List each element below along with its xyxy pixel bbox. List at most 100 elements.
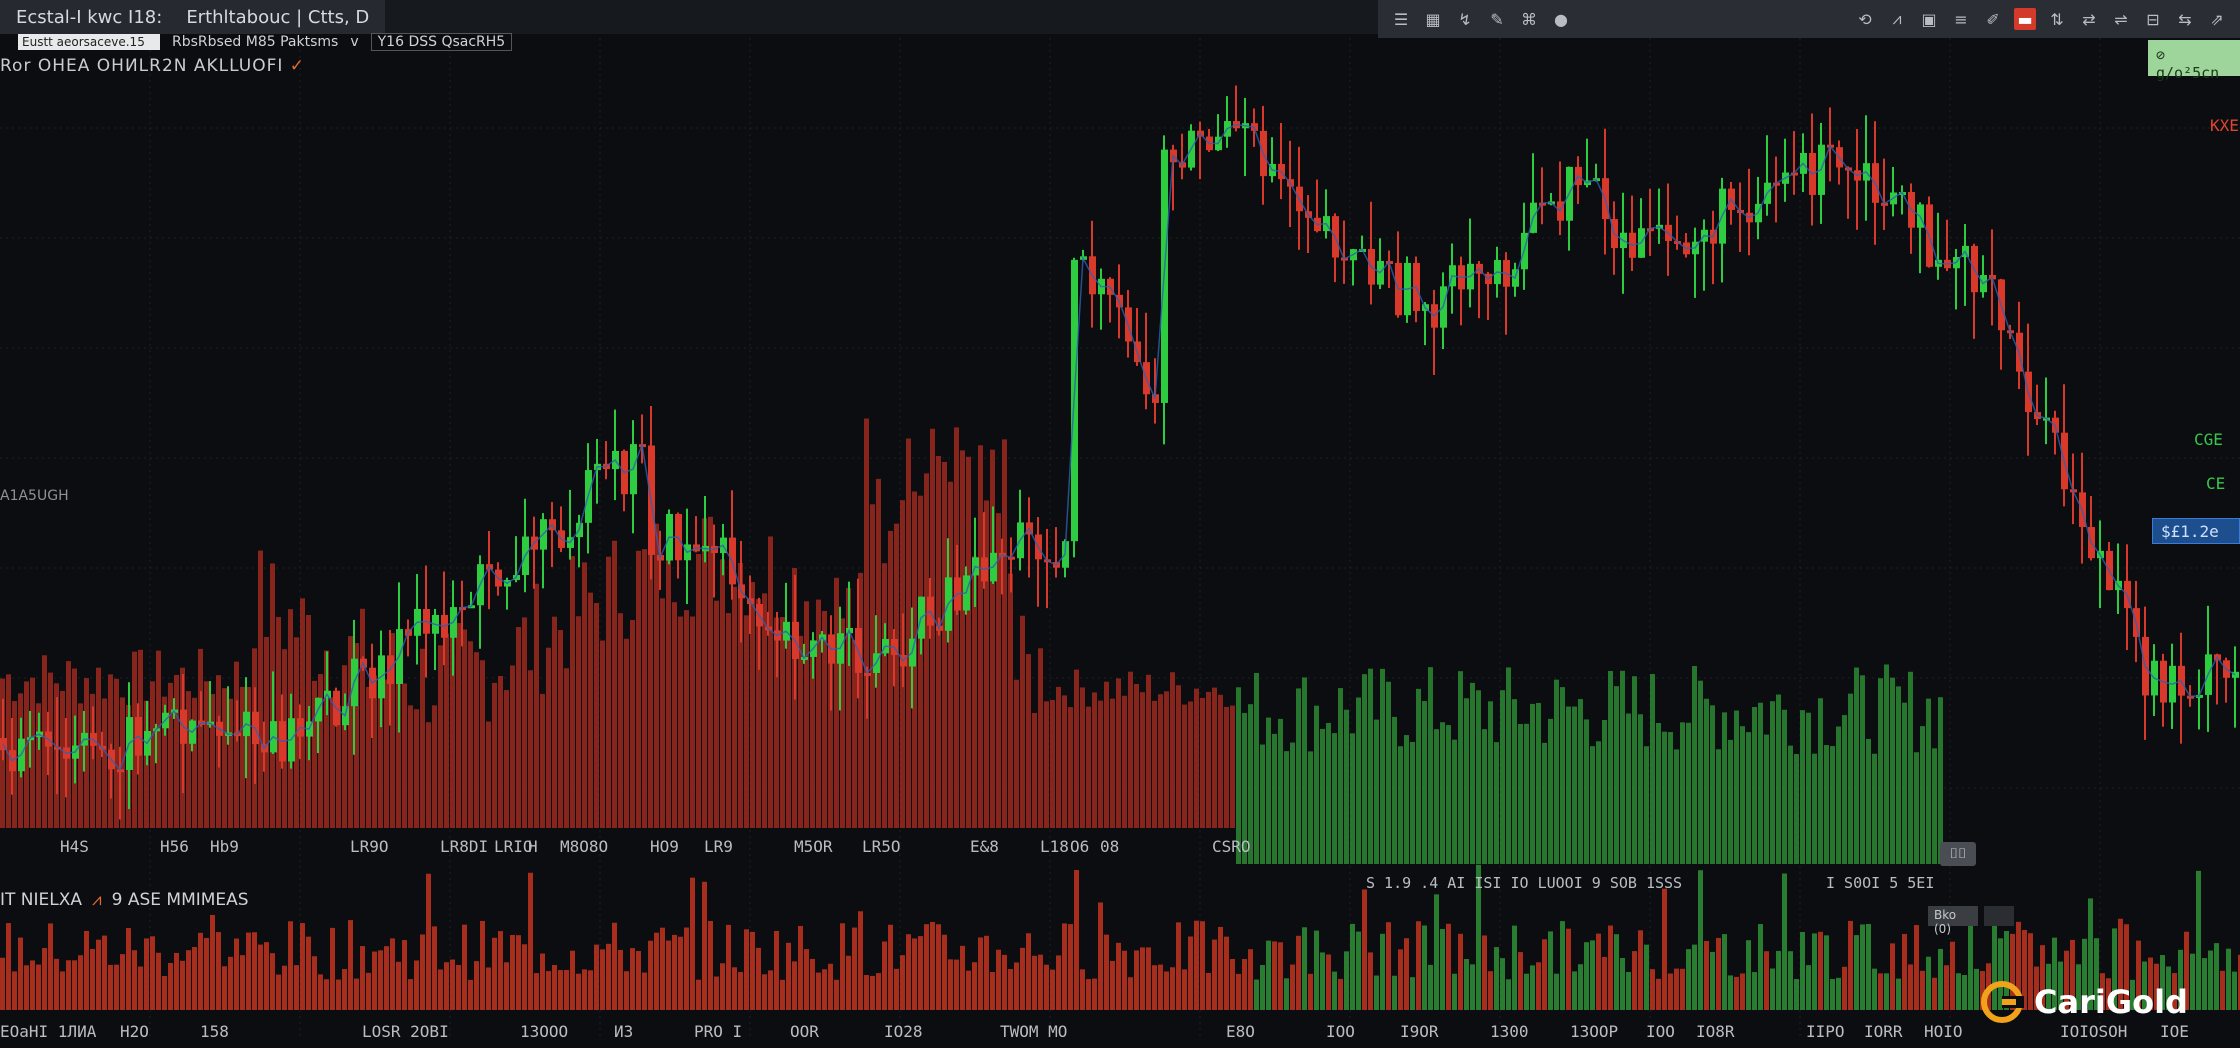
volume-bar-lower: [1350, 923, 1355, 1010]
settings-icon[interactable]: ⊟: [2142, 8, 2164, 30]
volume-bar-lower: [1374, 975, 1379, 1010]
volume-bar-lower: [1050, 969, 1055, 1010]
volume-bar-lower: [564, 969, 569, 1010]
volume-bar-lower: [1554, 973, 1559, 1010]
volume-bar-lower: [984, 935, 989, 1010]
volume-bar-lower: [12, 971, 17, 1010]
cursor-icon[interactable]: ↯: [1454, 8, 1476, 30]
compare-icon[interactable]: ⇅: [2046, 8, 2068, 30]
volume-bar-lower: [882, 941, 887, 1010]
fullscreen-icon[interactable]: ⇗: [2206, 8, 2228, 30]
volume-bar-lower: [1860, 924, 1865, 1010]
chevron-down-icon[interactable]: v: [350, 34, 358, 50]
volume-bar-lower: [852, 927, 857, 1010]
volume-bar-lower: [1356, 931, 1361, 1010]
volume-bar-lower: [168, 962, 173, 1010]
volume-bar-lower: [420, 934, 425, 1010]
list-icon[interactable]: ☰: [1390, 8, 1412, 30]
volume-bar-lower: [150, 936, 155, 1010]
circle-icon[interactable]: ●: [1550, 8, 1572, 30]
volume-bar-lower: [402, 940, 407, 1010]
volume-bar-lower: [258, 944, 263, 1010]
draw-icon[interactable]: ⟲: [1854, 8, 1876, 30]
volume-bar-lower: [282, 965, 287, 1010]
volume-bar-lower: [18, 937, 23, 1010]
volume-bar-lower: [1968, 921, 1973, 1010]
volume-bar-lower: [180, 960, 185, 1010]
volume-bar-lower: [1614, 934, 1619, 1010]
axis-label: LOSR 2OBI: [362, 1022, 449, 1041]
interval-selector[interactable]: Y16 DSS QsacRH5: [370, 33, 513, 51]
volume-bar-lower: [1752, 972, 1757, 1010]
volume-bar: [1194, 688, 1199, 828]
volume-bar-lower: [1410, 977, 1415, 1010]
volume-bar: [648, 551, 653, 828]
lines-icon[interactable]: ≡: [1950, 8, 1972, 30]
volume-bar-lower: [1032, 955, 1037, 1010]
volume-bar-lower: [1620, 958, 1625, 1010]
volume-bar-lower: [1740, 973, 1745, 1010]
volume-bar-lower: [708, 920, 713, 1010]
tab-secondary-label: Erthltabouc | Ctts, D: [186, 6, 370, 28]
volume-bar-lower: [552, 964, 557, 1010]
edit-icon[interactable]: ✐: [1982, 8, 2004, 30]
camera-icon[interactable]: ⌷⌷: [1940, 842, 1976, 866]
volume-badge-toggle[interactable]: [1984, 906, 2014, 926]
measure-icon[interactable]: ⇌: [2110, 8, 2132, 30]
volume-bar: [1104, 681, 1109, 828]
volume-bar: [630, 620, 635, 828]
volume-bar: [1158, 694, 1163, 828]
axis-label: L18: [1040, 836, 1069, 856]
magnet-icon[interactable]: ⌘: [1518, 8, 1540, 30]
volume-bar-lower: [1230, 959, 1235, 1010]
axis-label: E&8: [970, 836, 999, 856]
volume-bar-lower: [2208, 950, 2213, 1010]
volume-bar-lower: [1962, 975, 1967, 1010]
symbol-search-input[interactable]: Eustt aeorsaceve.15: [18, 34, 160, 50]
volume-bar-lower: [1530, 965, 1535, 1010]
axis-label: HOIO: [1924, 1022, 1963, 1041]
volume-bar-lower: [1134, 950, 1139, 1010]
volume-bar-lower: [1776, 950, 1781, 1010]
volume-bar-lower: [36, 964, 41, 1010]
volume-bar-lower: [618, 949, 623, 1010]
volume-bar: [492, 682, 497, 828]
volume-bar: [408, 705, 413, 828]
volume-bar-lower: [780, 979, 785, 1010]
axis-label: H4S: [60, 836, 89, 856]
tab-primary[interactable]: Ecstal-I kwc I18: Erthltabouc | Ctts, D: [0, 0, 386, 34]
indicator-icon[interactable]: ⇄: [2078, 8, 2100, 30]
volume-bar-lower: [234, 938, 239, 1010]
volume-bar-lower: [504, 962, 509, 1010]
volume-bar: [1188, 701, 1193, 828]
volume-bar: [462, 629, 467, 828]
volume-bar-lower: [1044, 964, 1049, 1010]
volume-bar: [1164, 691, 1169, 828]
volume-badge[interactable]: Bko (0): [1928, 906, 1978, 936]
volume-bar: [426, 722, 431, 828]
volume-bar: [1080, 687, 1085, 828]
volume-bar-lower: [792, 961, 797, 1010]
alert-icon[interactable]: ⇆: [2174, 8, 2196, 30]
layout-icon[interactable]: ▣: [1918, 8, 1940, 30]
volume-bar-lower: [756, 947, 761, 1010]
volume-bar: [1026, 654, 1031, 828]
current-price-tag: $£1.2e: [2152, 518, 2240, 544]
volume-bar-lower: [828, 963, 833, 1010]
time-axis-bottom: EOaHI 1ЛИА H2O 158 LOSR 2OBI 13ООО ИЗ PR…: [0, 1020, 2240, 1048]
volume-bar-lower: [42, 948, 47, 1010]
record-icon[interactable]: ▬: [2014, 8, 2036, 30]
chart-type-icon[interactable]: ⩘: [1886, 8, 1908, 30]
volume-bar-lower: [348, 920, 353, 1010]
pen-icon[interactable]: ✎: [1486, 8, 1508, 30]
grid-icon[interactable]: ▦: [1422, 8, 1444, 30]
volume-bar-lower: [252, 932, 257, 1010]
volume-bar: [504, 690, 509, 828]
volume-bar-lower: [270, 953, 275, 1010]
volume-bar-lower: [1890, 943, 1895, 1010]
volume-bar-lower: [396, 961, 401, 1010]
axis-label: 1300: [1490, 1022, 1529, 1041]
price-chart[interactable]: [0, 38, 2240, 1048]
volume-bar-lower: [84, 930, 89, 1010]
volume-bar-lower: [1812, 933, 1817, 1010]
